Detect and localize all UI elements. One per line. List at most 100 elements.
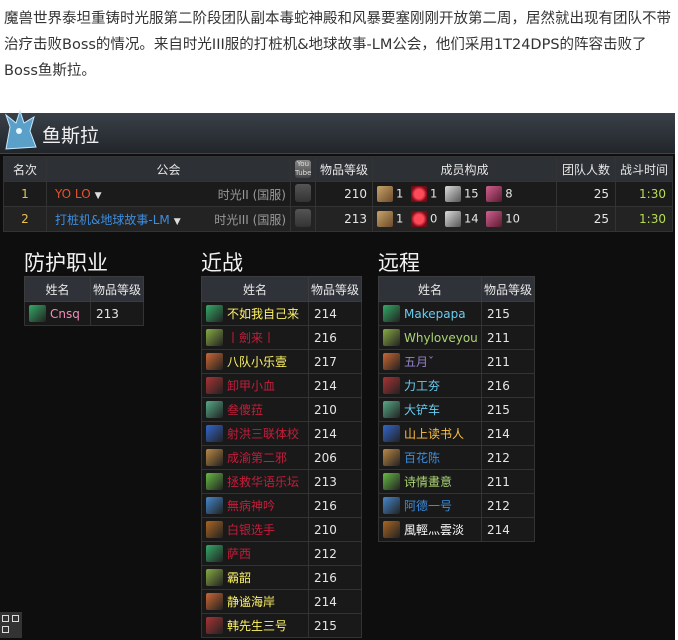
member-name[interactable]: 大铲车 <box>404 401 440 418</box>
roster-row[interactable]: 無病神吟 216 <box>201 493 362 518</box>
video-cell[interactable] <box>290 181 316 207</box>
roster-row[interactable]: 山上读书人 214 <box>378 421 535 446</box>
class-avatar-icon <box>206 353 223 370</box>
member-name[interactable]: Makepapa <box>404 307 466 321</box>
guild-cell[interactable]: 打桩机&地球故事-LM ▼ 时光III (国服) <box>46 206 291 232</box>
roster-row[interactable]: 丨劍来丨 216 <box>201 325 362 350</box>
member-name[interactable]: 八队小乐壹 <box>227 353 287 370</box>
member-name[interactable]: 丨劍来丨 <box>227 329 275 346</box>
member-name[interactable]: 白银选手 <box>227 521 275 538</box>
avg-ilvl: 213 <box>315 206 373 232</box>
member-name-cell[interactable]: 静谧海岸 <box>201 589 309 614</box>
member-name[interactable]: 不如我自己来 <box>227 305 299 322</box>
guild-name-link[interactable]: 打桩机&地球故事-LM <box>55 213 170 227</box>
member-name-cell[interactable]: 八队小乐壹 <box>201 349 309 374</box>
guild-cell[interactable]: YO LO ▼ 时光II (国服) <box>46 181 291 207</box>
member-name[interactable]: Cnsq <box>50 307 80 321</box>
roster-row[interactable]: 不如我自己来 214 <box>201 301 362 326</box>
youtube-icon[interactable] <box>295 208 311 227</box>
member-name-cell[interactable]: 大铲车 <box>378 397 482 422</box>
member-name-cell[interactable]: 叁傻菈 <box>201 397 309 422</box>
guild-name-link[interactable]: YO LO <box>55 187 91 201</box>
roster-row[interactable]: 静谧海岸 214 <box>201 589 362 614</box>
member-name-cell[interactable]: Cnsq <box>24 301 91 326</box>
member-name-cell[interactable]: 不如我自己来 <box>201 301 309 326</box>
qr-code-icon[interactable] <box>0 612 22 638</box>
member-name-cell[interactable]: 丨劍来丨 <box>201 325 309 350</box>
member-name[interactable]: 風輕灬雲淡 <box>404 521 464 538</box>
roster-row[interactable]: 百花陈 212 <box>378 445 535 470</box>
member-name[interactable]: 拯救华语乐坛 <box>227 473 299 490</box>
roster-row[interactable]: 白银选手 210 <box>201 517 362 542</box>
member-name[interactable]: 诗情畫意 <box>404 473 452 490</box>
member-name[interactable]: 五月ˇ <box>404 353 434 370</box>
roster-row[interactable]: 力工夯 216 <box>378 373 535 398</box>
member-name[interactable]: 韩先生三号 <box>227 617 287 634</box>
member-name[interactable]: 射洪三联体校 <box>227 425 299 442</box>
member-name-cell[interactable]: Whyloveyou <box>378 325 482 350</box>
roster-row[interactable]: 叁傻菈 210 <box>201 397 362 422</box>
member-name-cell[interactable]: 卸甲小血 <box>201 373 309 398</box>
member-name-cell[interactable]: 萨西 <box>201 541 309 566</box>
member-name-cell[interactable]: 韩先生三号 <box>201 613 309 638</box>
member-name-cell[interactable]: 射洪三联体校 <box>201 421 309 446</box>
roster-row[interactable]: 诗情畫意 211 <box>378 469 535 494</box>
class-avatar-icon <box>206 377 223 394</box>
video-cell[interactable] <box>290 206 316 232</box>
member-name-cell[interactable]: 無病神吟 <box>201 493 309 518</box>
member-ilvl: 215 <box>481 301 535 326</box>
server-name: 时光II (国服) <box>217 187 286 202</box>
member-name[interactable]: 成渝第二邪 <box>227 449 287 466</box>
roster-row[interactable]: Cnsq 213 <box>24 301 144 326</box>
class-avatar-icon <box>206 329 223 346</box>
member-name[interactable]: 阿德一号 <box>404 497 452 514</box>
roster-row[interactable]: Makepapa 215 <box>378 301 535 326</box>
member-name-cell[interactable]: 山上读书人 <box>378 421 482 446</box>
member-name-cell[interactable]: Makepapa <box>378 301 482 326</box>
roster-row[interactable]: 成渝第二邪 206 <box>201 445 362 470</box>
roster-row[interactable]: 風輕灬雲淡 214 <box>378 517 535 542</box>
member-name[interactable]: 卸甲小血 <box>227 377 275 394</box>
roster-row[interactable]: 五月ˇ 211 <box>378 349 535 374</box>
member-name[interactable]: 叁傻菈 <box>227 401 263 418</box>
roster-row[interactable]: 射洪三联体校 214 <box>201 421 362 446</box>
member-name[interactable]: 霸韶 <box>227 569 251 586</box>
member-name[interactable]: 力工夯 <box>404 377 440 394</box>
youtube-icon[interactable] <box>295 183 311 202</box>
roster-row[interactable]: 八队小乐壹 217 <box>201 349 362 374</box>
roster-row[interactable]: 大铲车 215 <box>378 397 535 422</box>
member-name[interactable]: 萨西 <box>227 545 251 562</box>
member-name-cell[interactable]: 阿德一号 <box>378 493 482 518</box>
roster-row[interactable]: 卸甲小血 214 <box>201 373 362 398</box>
member-name-cell[interactable]: 诗情畫意 <box>378 469 482 494</box>
member-name-wrap: 叁傻菈 <box>202 398 308 421</box>
roster-row[interactable]: 阿德一号 212 <box>378 493 535 518</box>
member-name-cell[interactable]: 風輕灬雲淡 <box>378 517 482 542</box>
chevron-down-icon[interactable]: ▼ <box>174 217 181 227</box>
chevron-down-icon[interactable]: ▼ <box>95 191 102 201</box>
member-name-wrap: 山上读书人 <box>379 422 481 445</box>
member-name-cell[interactable]: 力工夯 <box>378 373 482 398</box>
member-name[interactable]: 山上读书人 <box>404 425 464 442</box>
member-name-wrap: 静谧海岸 <box>202 590 308 613</box>
roster-row[interactable]: Whyloveyou 211 <box>378 325 535 350</box>
member-name[interactable]: Whyloveyou <box>404 331 478 345</box>
roster-row[interactable]: 韩先生三号 215 <box>201 613 362 638</box>
class-avatar-icon <box>383 449 400 466</box>
member-name-cell[interactable]: 成渝第二邪 <box>201 445 309 470</box>
member-name-cell[interactable]: 霸韶 <box>201 565 309 590</box>
roster-row[interactable]: 萨西 212 <box>201 541 362 566</box>
ranking-row[interactable]: 2 打桩机&地球故事-LM ▼ 时光III (国服) 213 1 0 14 10 … <box>3 206 673 232</box>
member-name-cell[interactable]: 百花陈 <box>378 445 482 470</box>
class-avatar-icon <box>29 305 46 322</box>
ranged-count: 10 <box>505 211 520 226</box>
ranking-row[interactable]: 1 YO LO ▼ 时光II (国服) 210 1 1 15 8 25 1:30 <box>3 181 673 207</box>
member-name-cell[interactable]: 白银选手 <box>201 517 309 542</box>
member-name[interactable]: 百花陈 <box>404 449 440 466</box>
roster-row[interactable]: 霸韶 216 <box>201 565 362 590</box>
member-name-cell[interactable]: 五月ˇ <box>378 349 482 374</box>
member-name[interactable]: 無病神吟 <box>227 497 275 514</box>
roster-row[interactable]: 拯救华语乐坛 213 <box>201 469 362 494</box>
member-name[interactable]: 静谧海岸 <box>227 593 275 610</box>
member-name-cell[interactable]: 拯救华语乐坛 <box>201 469 309 494</box>
